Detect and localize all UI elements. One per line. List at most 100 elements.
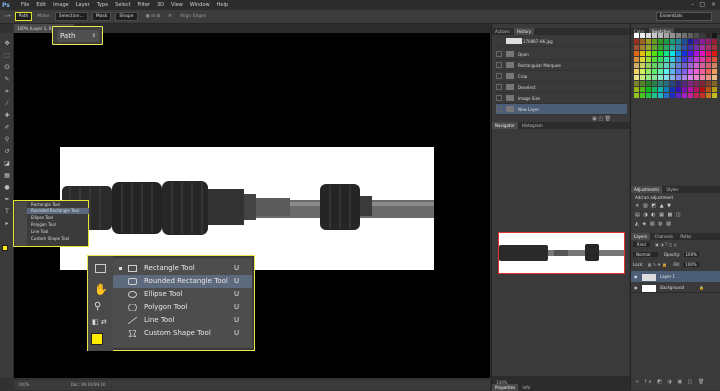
swatch[interactable] — [658, 51, 663, 56]
swatch[interactable] — [640, 93, 645, 98]
lock-icons[interactable]: ▩ ✎ ✥ 🔒 — [648, 262, 667, 267]
eye-icon[interactable]: ◉ — [634, 285, 638, 290]
small-item-custom-shape[interactable]: Custom Shape Tool — [31, 236, 69, 241]
flyout-item-polygon[interactable]: Polygon Tool U — [113, 301, 252, 314]
swatch[interactable] — [634, 63, 639, 68]
swatch[interactable] — [688, 39, 693, 44]
swatch[interactable] — [640, 39, 645, 44]
menu-filter[interactable]: Filter — [138, 2, 150, 8]
move-tool-icon[interactable]: ✥ — [3, 41, 11, 47]
swatch[interactable] — [670, 93, 675, 98]
quick-select-icon[interactable]: ✎ — [3, 77, 11, 83]
layers-footer-icons[interactable]: ∞ fx ◩ ◑ ▣ ◰ 🗑 — [635, 379, 706, 385]
eye-icon[interactable]: ◉ — [634, 274, 638, 279]
swatch[interactable] — [676, 51, 681, 56]
flyout-item-rectangle[interactable]: Rectangle Tool U — [113, 262, 252, 275]
swatch[interactable] — [646, 33, 651, 38]
swatch[interactable] — [664, 63, 669, 68]
swatch[interactable] — [700, 57, 705, 62]
tab-channels[interactable]: Channels — [652, 233, 677, 240]
swatch[interactable] — [670, 87, 675, 92]
blend-mode-select[interactable]: Normal — [633, 252, 659, 257]
swatch[interactable] — [694, 93, 699, 98]
swatch[interactable] — [634, 57, 639, 62]
swatch[interactable] — [706, 39, 711, 44]
swatch[interactable] — [682, 69, 687, 74]
menu-select[interactable]: Select — [115, 2, 130, 8]
healing-brush-icon[interactable]: ✚ — [3, 113, 11, 119]
adjustment-icons-row1[interactable]: ☀ ▥ ◩ ▲ ▼ — [635, 203, 672, 209]
history-item-new-layer[interactable]: New Layer — [496, 104, 627, 115]
tab-adjustments[interactable]: Adjustments — [631, 186, 663, 193]
swatch[interactable] — [706, 81, 711, 86]
swatch[interactable] — [664, 87, 669, 92]
swatch[interactable] — [646, 63, 651, 68]
swatch[interactable] — [664, 57, 669, 62]
swatch[interactable] — [670, 69, 675, 74]
swatch[interactable] — [676, 33, 681, 38]
swatch[interactable] — [640, 69, 645, 74]
swatch[interactable] — [712, 33, 717, 38]
adjustment-icons-row2[interactable]: ▤ ◑ ◐ ▦ ▩ ◫ — [635, 212, 682, 218]
swatch[interactable] — [664, 93, 669, 98]
swatch[interactable] — [652, 33, 657, 38]
swatch[interactable] — [658, 75, 663, 80]
marquee-tool-icon[interactable]: ⬚ — [3, 53, 11, 59]
history-checkbox[interactable] — [496, 51, 502, 57]
history-checkbox[interactable] — [496, 106, 502, 112]
swatch[interactable] — [706, 87, 711, 92]
swatch[interactable] — [682, 39, 687, 44]
lasso-tool-icon[interactable]: ⵙ — [3, 65, 11, 71]
swatch[interactable] — [676, 45, 681, 50]
layer-name[interactable]: Background — [660, 285, 684, 290]
history-checkbox[interactable] — [496, 95, 502, 101]
blur-tool-icon[interactable]: ● — [3, 185, 11, 191]
swatch[interactable] — [664, 33, 669, 38]
swatch[interactable] — [712, 69, 717, 74]
swatch[interactable] — [706, 93, 711, 98]
swatch[interactable] — [652, 93, 657, 98]
swatch[interactable] — [658, 45, 663, 50]
brush-tool-icon[interactable]: ✐ — [3, 125, 11, 131]
swatch[interactable] — [676, 57, 681, 62]
swatch[interactable] — [670, 81, 675, 86]
eraser-icon[interactable]: ◪ — [3, 161, 11, 167]
swatch[interactable] — [700, 39, 705, 44]
swatch[interactable] — [700, 45, 705, 50]
swatch[interactable] — [694, 63, 699, 68]
swatch[interactable] — [700, 81, 705, 86]
swatch[interactable] — [676, 87, 681, 92]
swatch[interactable] — [700, 33, 705, 38]
swatch[interactable] — [712, 93, 717, 98]
swatch[interactable] — [706, 63, 711, 68]
opacity-input[interactable]: 100% — [683, 252, 699, 257]
swatch[interactable] — [658, 63, 663, 68]
swatch[interactable] — [652, 39, 657, 44]
crop-tool-icon[interactable]: ⌗ — [3, 89, 11, 95]
small-item-rounded-rectangle[interactable]: Rounded Rectangle Tool — [31, 208, 79, 213]
menu-3d[interactable]: 3D — [157, 2, 164, 8]
swatch[interactable] — [640, 81, 645, 86]
swatch[interactable] — [652, 57, 657, 62]
small-item-polygon[interactable]: Polygon Tool — [31, 222, 56, 227]
swatch[interactable] — [712, 87, 717, 92]
swatch[interactable] — [712, 75, 717, 80]
swatch[interactable] — [712, 63, 717, 68]
swatch[interactable] — [670, 75, 675, 80]
swatch[interactable] — [652, 63, 657, 68]
minimize-button[interactable]: – — [691, 1, 694, 8]
shape-button[interactable]: Shape — [115, 12, 138, 21]
swatch[interactable] — [634, 75, 639, 80]
swatch[interactable] — [646, 45, 651, 50]
tab-paths[interactable]: Paths — [677, 233, 694, 240]
tool-preset-icon[interactable]: ▭▾ — [4, 14, 11, 19]
path-ops-icon[interactable]: ▣ ⊟ ⊞ — [146, 14, 161, 19]
swatch[interactable] — [640, 33, 645, 38]
swatch[interactable] — [652, 87, 657, 92]
swatch[interactable] — [634, 93, 639, 98]
swatch[interactable] — [658, 39, 663, 44]
menu-view[interactable]: View — [171, 2, 183, 8]
swatch[interactable] — [640, 57, 645, 62]
swatch[interactable] — [664, 69, 669, 74]
history-checkbox[interactable] — [496, 84, 502, 90]
